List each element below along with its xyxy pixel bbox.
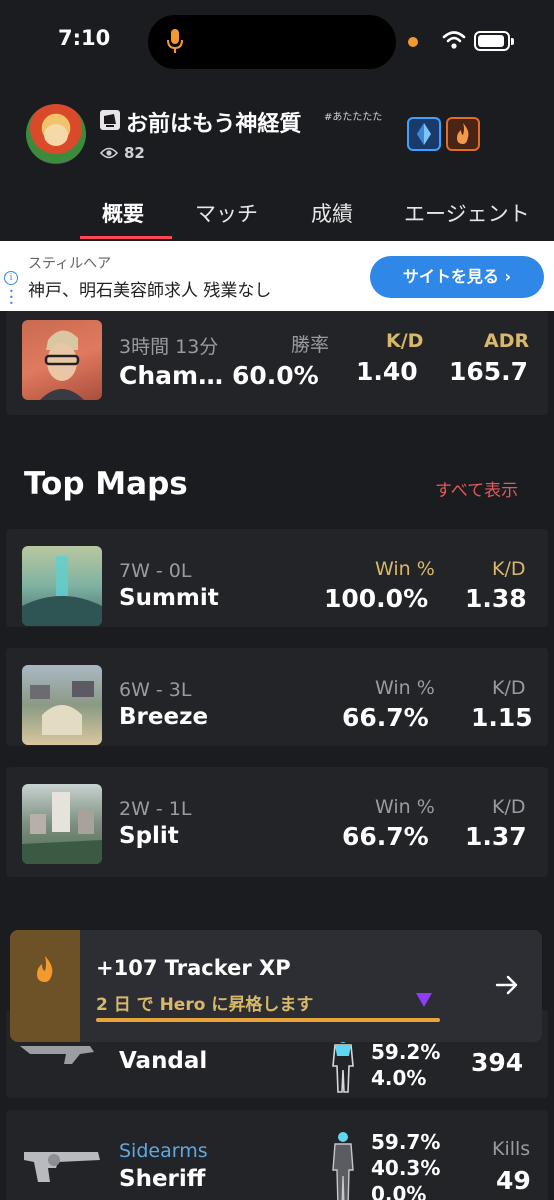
- sheriff-weapon-icon: [24, 1152, 100, 1182]
- weapon-kills: 49: [496, 1166, 531, 1195]
- map-win: 100.0%: [324, 584, 429, 613]
- rank-triangle-icon: [416, 993, 432, 1007]
- ad-subtitle: スティルヘア: [28, 256, 112, 272]
- agent-adr-label: ADR: [484, 330, 530, 352]
- tab-matches[interactable]: マッチ: [195, 198, 258, 228]
- battery-icon: [474, 31, 514, 51]
- map-win-label: Win %: [375, 677, 435, 699]
- privacy-indicator-icon: [408, 37, 418, 47]
- microphone-icon: [167, 29, 183, 53]
- weapon-head-pct: 59.2%: [371, 1040, 441, 1064]
- weapon-head-pct: 59.7%: [371, 1130, 441, 1154]
- tab-agents[interactable]: エージェント: [404, 198, 530, 228]
- agent-portrait: [22, 320, 102, 400]
- map-name: Split: [119, 823, 179, 849]
- ad-visit-button[interactable]: サイトを見る ›: [370, 256, 544, 298]
- flame-icon: [37, 956, 53, 982]
- map-thumbnail: [22, 546, 102, 626]
- map-card[interactable]: 7W - 0L Summit Win % 100.0% K/D 1.38: [6, 529, 548, 627]
- avatar[interactable]: [26, 104, 86, 164]
- profile-username: お前はもう神経質: [126, 112, 302, 137]
- tracker-xp-banner[interactable]: +107 Tracker XP 2 日 で Hero に昇格します: [10, 930, 542, 1042]
- view-all-link[interactable]: すべて表示: [435, 476, 518, 501]
- map-kd-label: K/D: [492, 796, 526, 818]
- xp-banner-accent: [10, 930, 80, 1042]
- ad-info-icon[interactable]: i: [4, 271, 18, 285]
- map-win: 66.7%: [342, 703, 429, 732]
- riot-platform-icon: [100, 110, 120, 130]
- top-maps-title: Top Maps: [24, 466, 188, 502]
- active-tab-indicator: [80, 236, 172, 239]
- status-time: 7:10: [58, 26, 111, 50]
- map-card[interactable]: 6W - 3L Breeze Win % 66.7% K/D 1.15: [6, 648, 548, 746]
- eye-icon: [100, 147, 118, 159]
- agent-winrate-label: 勝率: [291, 334, 330, 356]
- body-hitmap-icon: [332, 1132, 354, 1200]
- map-kd-label: K/D: [492, 677, 526, 699]
- weapon-category: Sidearms: [119, 1140, 208, 1162]
- map-name: Summit: [119, 585, 219, 611]
- map-kd: 1.38: [465, 584, 527, 613]
- agent-name: Cham…: [119, 361, 224, 390]
- weapon-body-pct: 4.0%: [371, 1066, 427, 1090]
- weapon-body-pct: 40.3%: [371, 1156, 441, 1180]
- tab-bar: 概要 マッチ 成績 エージェント: [0, 194, 554, 240]
- map-thumbnail: [22, 665, 102, 745]
- arrow-right-icon[interactable]: [494, 972, 520, 998]
- xp-title: +107 Tracker XP: [96, 956, 291, 980]
- flame-badge-icon[interactable]: [446, 117, 480, 151]
- map-kd: 1.37: [465, 822, 527, 851]
- weapon-kills: 394: [471, 1048, 524, 1077]
- vandal-weapon-icon: [20, 1046, 94, 1064]
- agent-card[interactable]: 3時間 13分 Cham… 勝率 60.0% K/D 1.40 ADR 165.…: [6, 311, 548, 415]
- map-kd-label: K/D: [492, 558, 526, 580]
- map-win: 66.7%: [342, 822, 429, 851]
- weapon-name: Sheriff: [119, 1166, 206, 1192]
- map-record: 7W - 0L: [119, 560, 192, 582]
- xp-progress-fill: [96, 1018, 440, 1022]
- xp-subtitle: 2 日 で Hero に昇格します: [96, 995, 314, 1015]
- map-kd: 1.15: [471, 703, 533, 732]
- agent-kd: 1.40: [356, 357, 418, 386]
- ad-choices-icon: • • •: [9, 287, 14, 308]
- tab-stats[interactable]: 成績: [311, 198, 353, 228]
- map-win-label: Win %: [375, 558, 435, 580]
- map-name: Breeze: [119, 704, 209, 730]
- agent-winrate: 60.0%: [232, 361, 319, 390]
- ad-title: 神戸、明石美容師求人 残業なし: [28, 281, 272, 301]
- agent-time: 3時間 13分: [119, 336, 219, 358]
- chevron-right-icon: ›: [504, 267, 512, 286]
- profile-views: 82: [124, 144, 145, 162]
- map-record: 2W - 1L: [119, 798, 192, 820]
- map-card[interactable]: 2W - 1L Split Win % 66.7% K/D 1.37: [6, 767, 548, 877]
- weapon-name: Vandal: [119, 1048, 208, 1074]
- wifi-icon: [442, 31, 466, 49]
- weapon-legs-pct: 0.0%: [371, 1182, 427, 1200]
- weapon-card[interactable]: Sidearms Sheriff 59.7% 40.3% 0.0% Kills …: [6, 1110, 548, 1200]
- ad-button-label: サイトを見る: [402, 267, 499, 286]
- status-bar: 7:10: [0, 0, 554, 84]
- agent-kd-label: K/D: [386, 330, 424, 352]
- dynamic-island: [148, 15, 396, 69]
- xp-progress-bar: [96, 1018, 440, 1022]
- tab-overview[interactable]: 概要: [102, 198, 144, 228]
- profile-tag: #あたたたた: [324, 112, 383, 123]
- map-record: 6W - 3L: [119, 679, 192, 701]
- agent-adr: 165.7: [449, 357, 529, 386]
- map-win-label: Win %: [375, 796, 435, 818]
- weapon-kills-label: Kills: [492, 1138, 531, 1160]
- rank-badge-icon[interactable]: [407, 117, 441, 151]
- ad-banner[interactable]: i • • • スティルヘア 神戸、明石美容師求人 残業なし サイトを見る ›: [0, 241, 554, 311]
- map-thumbnail: [22, 784, 102, 864]
